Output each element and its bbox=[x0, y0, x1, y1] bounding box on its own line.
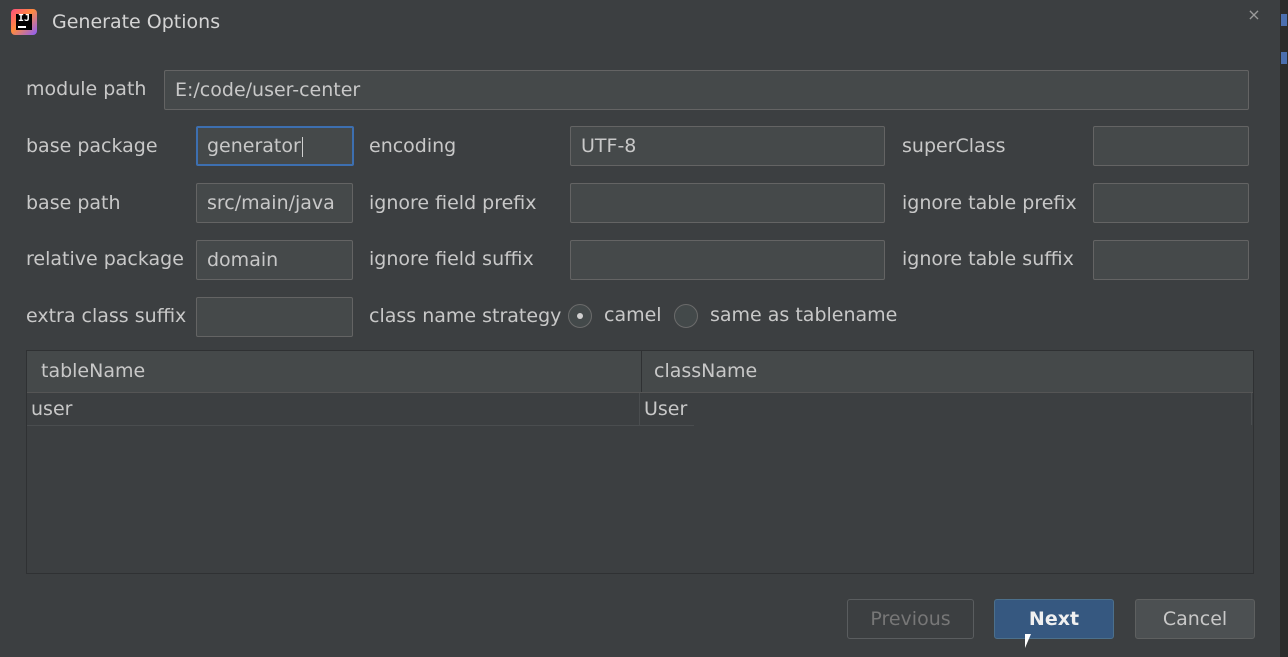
column-separator[interactable] bbox=[641, 351, 642, 392]
table-header: tableName className bbox=[27, 351, 1253, 393]
edge-marker bbox=[1281, 52, 1287, 64]
base-package-label: base package bbox=[26, 135, 158, 157]
table-row[interactable]: user User bbox=[27, 393, 1253, 425]
superclass-label: superClass bbox=[902, 135, 1006, 157]
ignore-field-suffix-label: ignore field suffix bbox=[369, 248, 534, 270]
superclass-input[interactable] bbox=[1093, 126, 1249, 166]
camel-radio[interactable] bbox=[568, 304, 592, 328]
base-package-value: generator bbox=[207, 135, 301, 157]
base-path-label: base path bbox=[26, 192, 121, 214]
ignore-table-prefix-input[interactable] bbox=[1093, 183, 1249, 223]
camel-radio-label[interactable]: camel bbox=[604, 304, 662, 326]
ignore-table-suffix-input[interactable] bbox=[1093, 240, 1249, 280]
row-divider bbox=[27, 425, 694, 426]
module-path-input[interactable]: E:/code/user-center bbox=[164, 70, 1249, 110]
ignore-field-prefix-label: ignore field prefix bbox=[369, 192, 537, 214]
module-path-label: module path bbox=[26, 78, 147, 100]
cancel-button[interactable]: Cancel bbox=[1135, 599, 1255, 639]
ignore-table-prefix-label: ignore table prefix bbox=[902, 192, 1077, 214]
encoding-input[interactable]: UTF-8 bbox=[570, 126, 885, 166]
extra-class-suffix-input[interactable] bbox=[196, 297, 353, 337]
mouse-pointer-icon bbox=[1025, 634, 1037, 648]
relative-package-label: relative package bbox=[26, 248, 184, 270]
generate-options-dialog: IJ Generate Options × module path E:/cod… bbox=[0, 0, 1280, 657]
column-header-tablename[interactable]: tableName bbox=[41, 351, 145, 392]
next-button[interactable]: Next bbox=[994, 599, 1114, 639]
intellij-logo-icon: IJ bbox=[11, 9, 37, 35]
ignore-field-prefix-input[interactable] bbox=[570, 183, 885, 223]
cell-divider bbox=[639, 393, 640, 425]
dialog-title: Generate Options bbox=[52, 11, 221, 33]
column-header-classname[interactable]: className bbox=[654, 351, 757, 392]
ignore-table-suffix-label: ignore table suffix bbox=[902, 248, 1074, 270]
relative-package-input[interactable]: domain bbox=[196, 240, 353, 280]
title-bar: IJ Generate Options × bbox=[0, 0, 1280, 46]
edge-marker bbox=[1281, 14, 1287, 26]
cell-tablename[interactable]: user bbox=[31, 393, 72, 425]
text-caret bbox=[301, 136, 303, 157]
row-edge bbox=[1251, 393, 1252, 425]
same-as-tablename-radio[interactable] bbox=[674, 304, 698, 328]
base-package-input[interactable]: generator bbox=[196, 126, 354, 166]
previous-button[interactable]: Previous bbox=[847, 599, 974, 639]
same-as-tablename-radio-label[interactable]: same as tablename bbox=[710, 304, 897, 326]
close-button[interactable]: × bbox=[1244, 5, 1264, 25]
class-name-strategy-label: class name strategy bbox=[369, 305, 562, 327]
base-path-input[interactable]: src/main/java bbox=[196, 183, 353, 223]
table-mapping-grid[interactable]: tableName className user User bbox=[26, 350, 1254, 574]
cell-classname[interactable]: User bbox=[644, 393, 687, 425]
extra-class-suffix-label: extra class suffix bbox=[26, 305, 187, 327]
background-window-edge bbox=[1280, 0, 1288, 657]
ignore-field-suffix-input[interactable] bbox=[570, 240, 885, 280]
encoding-label: encoding bbox=[369, 135, 457, 157]
